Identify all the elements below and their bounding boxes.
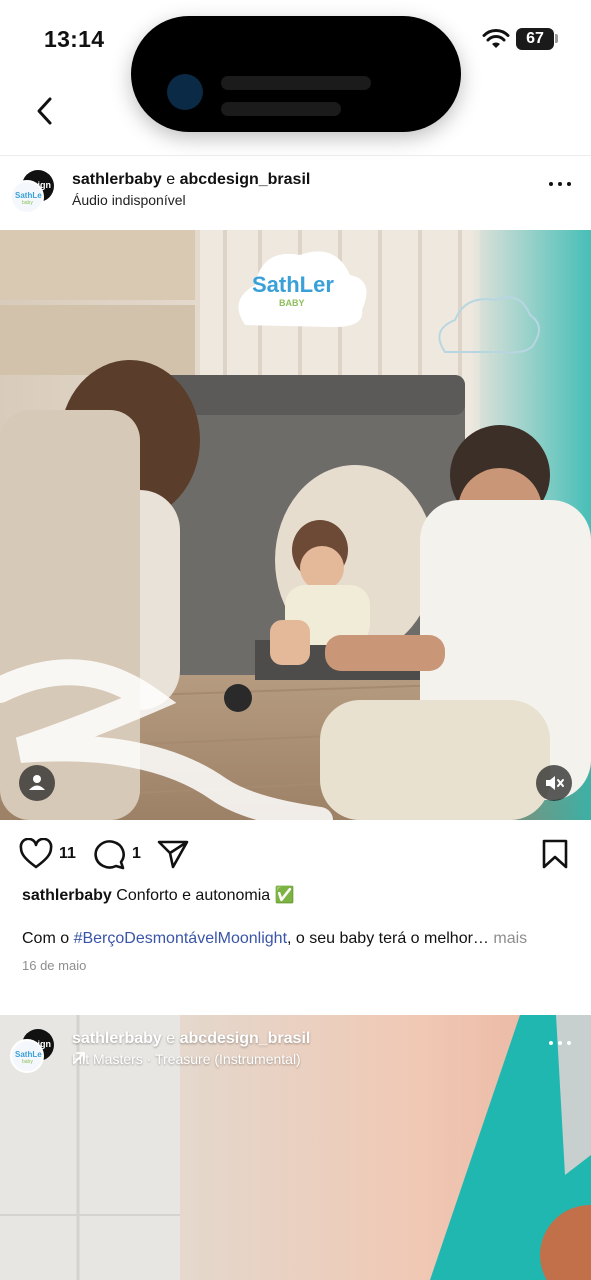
author-connector: e (166, 171, 176, 188)
mute-button[interactable] (536, 765, 572, 801)
speaker-muted-icon (546, 776, 564, 790)
music-info[interactable]: Hit Masters · Treasure (Instrumental) (72, 1051, 301, 1067)
author-link-1[interactable]: sathlerbaby (72, 171, 162, 188)
photo-illustration: SathLer BABY (0, 230, 591, 820)
photo-logo-text: SathLer (252, 272, 334, 297)
avatar-logo-sub: baby (22, 1059, 33, 1065)
status-time: 13:14 (44, 26, 105, 52)
photo-logo-sub: BABY (279, 298, 305, 308)
tagged-users-button[interactable] (19, 765, 55, 801)
post-actions: 11 1 (0, 830, 591, 878)
save-bookmark-icon[interactable] (540, 838, 570, 870)
island-blur-icon (167, 74, 203, 110)
collab-avatars[interactable]: design SathLer baby (10, 1029, 58, 1077)
caption-title: sathlerbaby Conforto e autonomia ✅ (22, 885, 295, 905)
share-send-icon[interactable] (156, 838, 190, 870)
person-icon (29, 775, 45, 790)
author-link-2[interactable]: abcdesign_brasil (180, 171, 311, 188)
dot-icon (567, 1041, 571, 1045)
caption-more-link[interactable]: mais (493, 930, 527, 947)
dot-icon (567, 182, 571, 186)
caption-text: Conforto e autonomia ✅ (116, 887, 295, 904)
caption-prefix: Com o (22, 930, 74, 947)
avatar-logo-text: SathLer (15, 191, 44, 200)
nav-divider (0, 155, 591, 156)
author-connector: e (166, 1030, 176, 1047)
dot-icon (558, 182, 562, 186)
battery-indicator: 67 (516, 28, 554, 50)
comment-icon[interactable] (92, 838, 126, 870)
comments-count[interactable]: 1 (132, 845, 141, 863)
avatar-sathlerbaby[interactable]: SathLer baby (10, 180, 44, 214)
avatar-logo-sub: baby (22, 200, 33, 206)
caption-username[interactable]: sathlerbaby (22, 887, 112, 904)
post-header: design SathLer baby sathlerbaby e abcdes… (0, 170, 591, 228)
post-date: 16 de maio (22, 958, 87, 973)
dot-icon (558, 1041, 562, 1045)
collab-avatars[interactable]: design SathLer baby (10, 170, 58, 218)
dynamic-island (131, 16, 461, 132)
battery-tip (555, 34, 558, 43)
avatar-logo-text: SathLer (15, 1050, 44, 1059)
next-post[interactable]: design SathLer baby sathlerbaby e abcdes… (0, 1015, 591, 1280)
arrow-up-right-icon (73, 1052, 85, 1064)
chevron-left-icon (37, 97, 52, 125)
caption-suffix: , o seu baby terá o melhor… (287, 930, 489, 947)
more-options-button[interactable] (547, 176, 573, 190)
music-title[interactable]: Hit Masters · Treasure (Instrumental) (72, 1051, 301, 1067)
next-post-header: design SathLer baby sathlerbaby e abcdes… (0, 1029, 591, 1087)
like-heart-icon[interactable] (19, 838, 53, 870)
wifi-icon (482, 29, 510, 48)
likes-count[interactable]: 11 (59, 845, 76, 863)
dot-icon (549, 1041, 553, 1045)
audio-status: Áudio indisponível (72, 192, 186, 208)
more-options-button[interactable] (547, 1035, 573, 1049)
author-link-2[interactable]: abcdesign_brasil (180, 1030, 311, 1047)
caption-body: Com o #BerçoDesmontávelMoonlight, o seu … (22, 930, 527, 948)
back-button[interactable] (30, 94, 62, 128)
hashtag-link[interactable]: #BerçoDesmontávelMoonlight (74, 930, 287, 947)
post-authors[interactable]: sathlerbaby e abcdesign_brasil (72, 1030, 310, 1048)
dot-icon (549, 182, 553, 186)
avatar-sathlerbaby[interactable]: SathLer baby (10, 1039, 44, 1073)
post-authors[interactable]: sathlerbaby e abcdesign_brasil (72, 171, 310, 189)
post-photo[interactable]: SathLer BABY (0, 230, 591, 820)
author-link-1[interactable]: sathlerbaby (72, 1030, 162, 1047)
